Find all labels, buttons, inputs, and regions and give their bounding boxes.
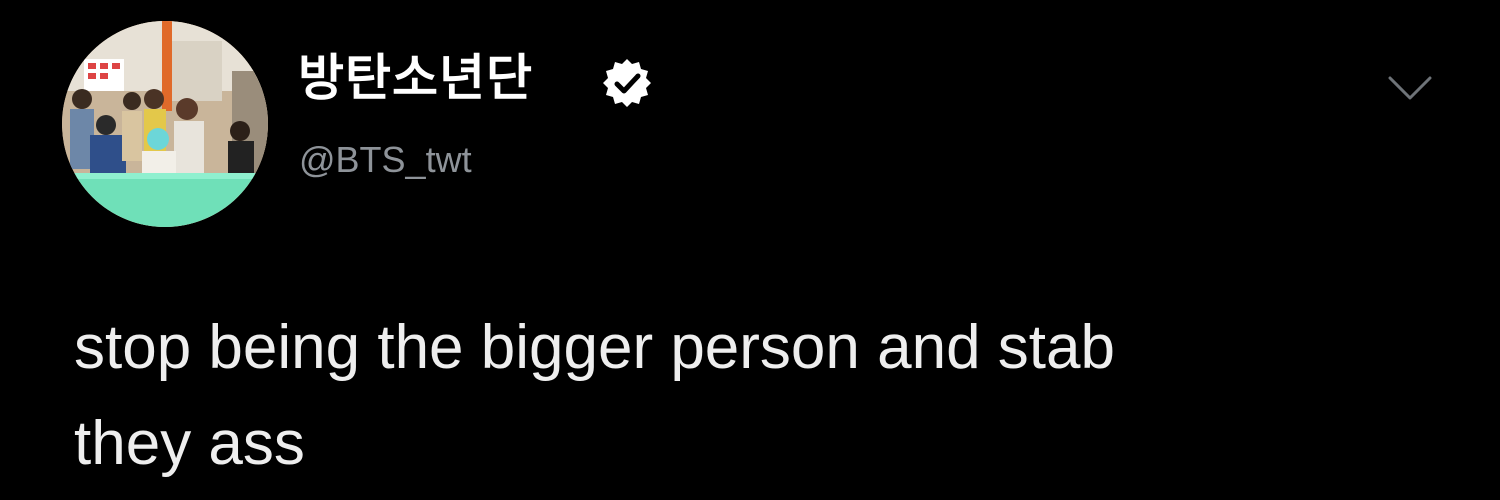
tweet-card: 방탄소년단 @BTS_twt stop being the bigger per…	[0, 0, 1500, 500]
tweet-text-line: they ass	[74, 409, 305, 478]
avatar[interactable]	[62, 21, 268, 227]
tweet-text: stop being the bigger person and stab th…	[74, 300, 1454, 492]
chevron-down-icon[interactable]	[1384, 70, 1436, 106]
tweet-text-line: stop being the bigger person and stab	[74, 313, 1115, 382]
display-name[interactable]: 방탄소년단	[298, 48, 533, 108]
user-handle[interactable]: @BTS_twt	[299, 140, 472, 180]
avatar-image	[62, 21, 268, 227]
verified-badge-icon	[603, 59, 651, 107]
